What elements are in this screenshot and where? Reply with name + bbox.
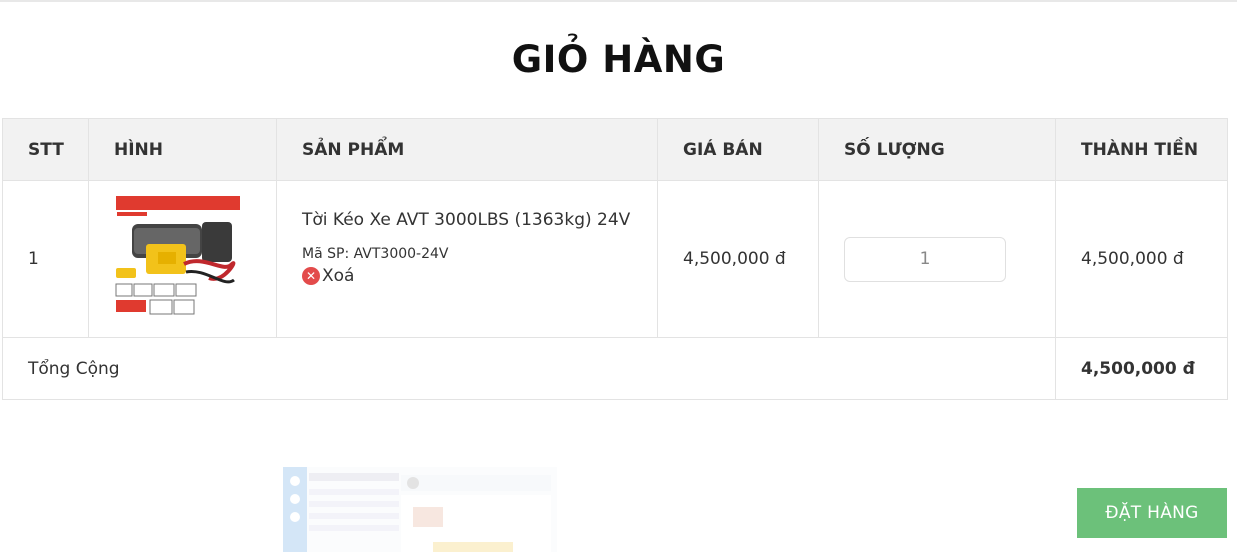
- row-quantity-cell: [818, 180, 1056, 338]
- header-product: SẢN PHẨM: [276, 118, 658, 181]
- remove-x-icon: ✕: [302, 267, 320, 285]
- faded-background-image: [283, 467, 557, 552]
- total-row: Tổng Cộng 4,500,000 đ: [2, 337, 1228, 400]
- product-name[interactable]: Tời Kéo Xe AVT 3000LBS (1363kg) 24V: [302, 210, 657, 230]
- top-divider: [0, 0, 1237, 2]
- header-quantity: SỐ LƯỢNG: [818, 118, 1056, 181]
- place-order-button[interactable]: ĐẶT HÀNG: [1077, 488, 1227, 538]
- row-price: 4,500,000 đ: [657, 180, 819, 338]
- quantity-input[interactable]: [844, 236, 1006, 282]
- row-image-cell: [88, 180, 277, 338]
- page-title: GIỎ HÀNG: [511, 38, 726, 81]
- product-sku: Mã SP: AVT3000-24V: [302, 246, 449, 262]
- row-subtotal: 4,500,000 đ: [1055, 180, 1228, 338]
- cart-table: STT HÌNH SẢN PHẨM GIÁ BÁN SỐ LƯỢNG THÀNH…: [2, 118, 1228, 400]
- header-stt: STT: [2, 118, 89, 181]
- row-product-cell: Tời Kéo Xe AVT 3000LBS (1363kg) 24V Mã S…: [276, 180, 658, 338]
- header-image: HÌNH: [88, 118, 277, 181]
- header-price: GIÁ BÁN: [657, 118, 819, 181]
- header-subtotal: THÀNH TIỀN: [1055, 118, 1228, 181]
- row-index: 1: [2, 180, 89, 338]
- total-label: Tổng Cộng: [2, 337, 1056, 400]
- winch-product-image[interactable]: [114, 194, 242, 324]
- table-header-row: STT HÌNH SẢN PHẨM GIÁ BÁN SỐ LƯỢNG THÀNH…: [2, 118, 1228, 181]
- remove-label: Xoá: [322, 266, 355, 286]
- remove-item-button[interactable]: ✕ Xoá: [302, 266, 657, 286]
- total-value: 4,500,000 đ: [1055, 337, 1228, 400]
- table-row: 1 Tời Kéo Xe AVT 3000LBS (1363kg) 24V Mã…: [2, 180, 1228, 338]
